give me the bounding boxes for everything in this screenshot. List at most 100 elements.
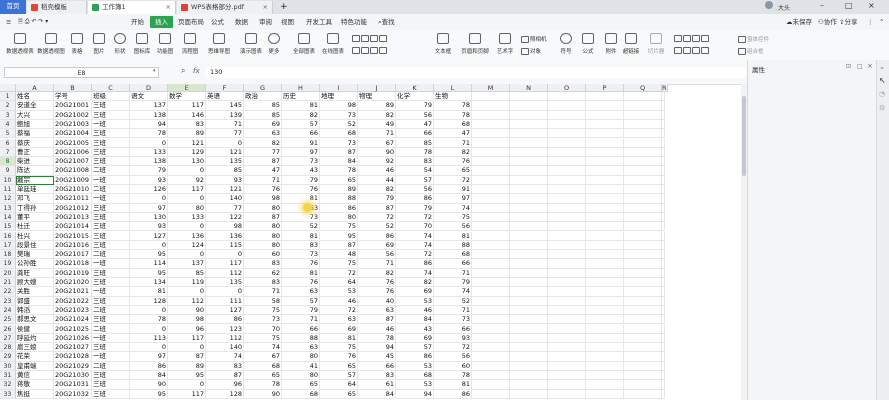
table-cell[interactable] bbox=[662, 119, 665, 130]
row-header[interactable]: 14 bbox=[0, 212, 16, 223]
tab-template[interactable]: 稻壳模板 bbox=[27, 1, 87, 14]
table-cell[interactable]: 96 bbox=[206, 380, 244, 390]
table-cell[interactable] bbox=[662, 305, 665, 316]
table-cell[interactable]: 83 bbox=[206, 361, 244, 371]
close-pane-icon[interactable]: × bbox=[867, 62, 873, 70]
table-cell[interactable]: 91 bbox=[282, 138, 320, 148]
table-cell[interactable]: 43 bbox=[282, 166, 320, 176]
menu-view[interactable]: 视图 bbox=[281, 16, 294, 28]
table-cell[interactable] bbox=[510, 343, 548, 353]
name-box[interactable]: E8 bbox=[4, 67, 159, 78]
row-header[interactable]: 5 bbox=[0, 129, 16, 139]
table-cell[interactable] bbox=[662, 147, 665, 158]
table-cell[interactable]: 蔡庆 bbox=[16, 138, 54, 148]
table-cell[interactable]: 75 bbox=[434, 212, 472, 223]
table-cell[interactable]: 135 bbox=[206, 278, 244, 288]
table-cell[interactable]: 76 bbox=[244, 185, 282, 195]
form-controls-row-1[interactable] bbox=[674, 35, 710, 42]
row-header[interactable]: 27 bbox=[0, 333, 16, 344]
table-cell[interactable]: 72 bbox=[434, 175, 472, 185]
table-cell[interactable]: 133 bbox=[130, 147, 168, 158]
table-cell[interactable]: 87 bbox=[320, 147, 358, 158]
table-cell[interactable]: 58 bbox=[244, 296, 282, 306]
table-cell[interactable]: 86 bbox=[320, 203, 358, 213]
table-cell[interactable]: 71 bbox=[434, 268, 472, 278]
table-cell[interactable]: 80 bbox=[282, 371, 320, 381]
table-cell[interactable] bbox=[662, 101, 665, 111]
table-cell[interactable]: 41 bbox=[282, 361, 320, 371]
table-cell[interactable] bbox=[510, 157, 548, 167]
table-cell[interactable]: 柴进 bbox=[16, 157, 54, 167]
column-header[interactable]: R bbox=[662, 84, 668, 92]
table-cell[interactable]: 20G21012 bbox=[54, 203, 92, 213]
table-cell[interactable]: 46 bbox=[396, 305, 434, 316]
table-cell[interactable]: 49 bbox=[358, 119, 396, 130]
table-cell[interactable]: 83 bbox=[396, 157, 434, 167]
table-cell[interactable]: 93 bbox=[130, 222, 168, 232]
table-cell[interactable]: 53 bbox=[320, 287, 358, 297]
table-cell[interactable] bbox=[624, 138, 662, 148]
table-cell[interactable] bbox=[472, 371, 510, 381]
table-cell[interactable]: 曹正 bbox=[16, 147, 54, 158]
table-cell[interactable]: 20G21006 bbox=[54, 147, 92, 158]
table-cell[interactable] bbox=[624, 287, 662, 297]
table-cell[interactable] bbox=[510, 175, 548, 185]
side-icon-2[interactable]: ◔ bbox=[879, 90, 885, 98]
table-cell[interactable]: 53 bbox=[396, 361, 434, 371]
table-cell[interactable] bbox=[548, 352, 586, 362]
column-header[interactable]: O bbox=[548, 84, 586, 92]
table-cell[interactable] bbox=[548, 278, 586, 288]
table-cell[interactable]: 52 bbox=[434, 296, 472, 306]
table-cell[interactable]: 75 bbox=[244, 305, 282, 316]
table-cell[interactable]: 111 bbox=[206, 296, 244, 306]
table-cell[interactable] bbox=[624, 296, 662, 306]
table-cell[interactable] bbox=[472, 203, 510, 213]
table-cell[interactable] bbox=[472, 240, 510, 251]
table-cell[interactable]: 44 bbox=[358, 175, 396, 185]
table-cell[interactable] bbox=[624, 305, 662, 316]
table-cell[interactable] bbox=[548, 129, 586, 139]
table-cell[interactable]: 57 bbox=[396, 343, 434, 353]
table-cell[interactable]: 117 bbox=[206, 259, 244, 269]
table-cell[interactable] bbox=[624, 361, 662, 371]
table-cell[interactable]: 68 bbox=[396, 371, 434, 381]
table-cell[interactable] bbox=[586, 371, 624, 381]
table-cell[interactable] bbox=[624, 157, 662, 167]
row-header[interactable]: 24 bbox=[0, 305, 16, 316]
table-cell[interactable]: 81 bbox=[434, 231, 472, 241]
table-cell[interactable]: 137 bbox=[168, 259, 206, 269]
table-cell[interactable]: 45 bbox=[358, 352, 396, 362]
table-cell[interactable] bbox=[586, 315, 624, 325]
table-cell[interactable]: 65 bbox=[244, 371, 282, 381]
table-cell[interactable]: 76 bbox=[282, 259, 320, 269]
table-cell[interactable]: 74 bbox=[206, 352, 244, 362]
table-cell[interactable]: 20G21024 bbox=[54, 315, 92, 325]
row-header[interactable]: 7 bbox=[0, 147, 16, 158]
table-cell[interactable]: 20G21003 bbox=[54, 119, 92, 130]
table-cell[interactable]: 95 bbox=[320, 231, 358, 241]
table-cell[interactable] bbox=[624, 185, 662, 195]
table-cell[interactable]: 78 bbox=[244, 380, 282, 390]
table-cell[interactable] bbox=[624, 147, 662, 158]
table-cell[interactable] bbox=[586, 231, 624, 241]
table-cell[interactable]: 一班 bbox=[92, 119, 130, 130]
table-cell[interactable]: 114 bbox=[130, 259, 168, 269]
table-cell[interactable] bbox=[624, 240, 662, 251]
table-cell[interactable] bbox=[472, 194, 510, 204]
row-header[interactable]: 32 bbox=[0, 380, 16, 390]
row-header[interactable]: 13 bbox=[0, 203, 16, 213]
table-cell[interactable]: 0 bbox=[168, 222, 206, 232]
table-cell[interactable]: 三班 bbox=[92, 101, 130, 111]
table-cell[interactable]: 130 bbox=[130, 212, 168, 223]
table-cell[interactable]: 0 bbox=[168, 166, 206, 176]
table-cell[interactable] bbox=[510, 352, 548, 362]
table-cell[interactable]: 二班 bbox=[92, 166, 130, 176]
table-cell[interactable] bbox=[472, 324, 510, 334]
row-header[interactable]: 21 bbox=[0, 278, 16, 288]
table-cell[interactable]: 75 bbox=[244, 333, 282, 344]
table-cell[interactable] bbox=[624, 166, 662, 176]
table-cell[interactable]: 一班 bbox=[92, 352, 130, 362]
table-cell[interactable]: 86 bbox=[434, 389, 472, 399]
table-cell[interactable]: 20G21021 bbox=[54, 287, 92, 297]
table-cell[interactable]: 84 bbox=[396, 315, 434, 325]
